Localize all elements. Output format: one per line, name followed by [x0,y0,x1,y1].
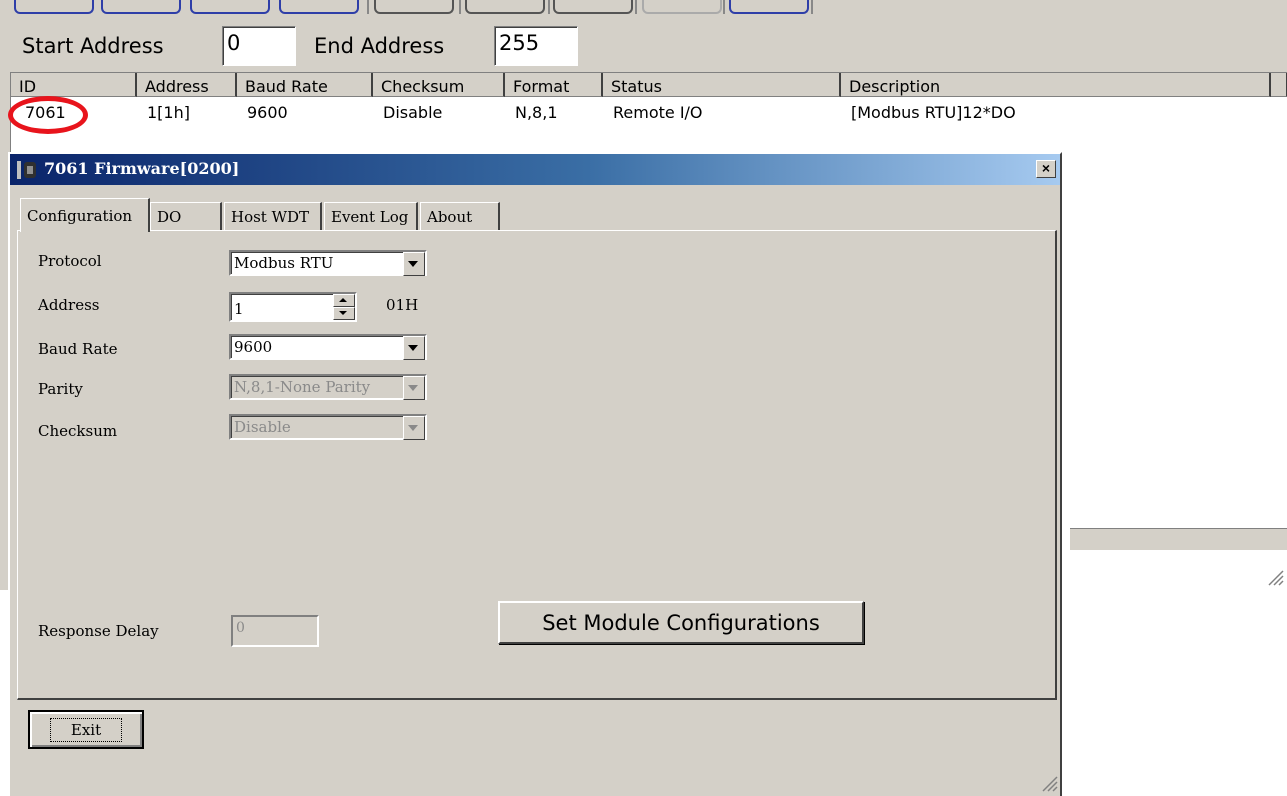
end-address-label: End Address [314,34,445,58]
address-spinner[interactable]: 1 [229,292,357,322]
resize-grip-icon[interactable] [1266,568,1284,586]
protocol-select[interactable]: Modbus RTU [229,250,427,276]
column-header-address[interactable]: Address [137,73,237,97]
cell-checksum: Disable [383,103,443,122]
toolbar-button[interactable] [279,0,359,14]
table-row[interactable]: 7061 1[1h] 9600 Disable N,8,1 Remote I/O… [11,99,1287,125]
tab-do[interactable]: DO [150,202,222,231]
address-label: Address [38,296,100,314]
toolbar-separator [811,0,813,14]
tab-about[interactable]: About [420,202,500,231]
baud-rate-select[interactable]: 9600 [229,334,427,360]
baud-rate-value: 9600 [234,338,273,356]
toolbar-separator [548,0,550,14]
cell-status: Remote I/O [613,103,703,122]
checksum-select: Disable [229,414,427,440]
toolbar-button[interactable] [14,0,94,14]
tab-event-log[interactable]: Event Log [324,202,418,231]
column-header-id[interactable]: ID [11,73,137,97]
column-header-status[interactable]: Status [603,73,841,97]
toolbar-button[interactable] [465,0,545,14]
toolbar-button[interactable] [729,0,809,14]
column-header-baud-rate[interactable]: Baud Rate [237,73,373,97]
set-module-configurations-button[interactable]: Set Module Configurations [498,601,864,644]
red-circle-annotation [8,96,88,134]
checksum-label: Checksum [38,422,118,440]
device-icon [17,161,36,179]
dialog-titlebar[interactable]: 7061 Firmware[0200] × [10,154,1060,185]
toolbar-separator [723,0,725,14]
parity-value: N,8,1-None Parity [234,378,371,396]
cell-description: [Modbus RTU]12*DO [851,103,1016,122]
address-hex-label: 01H [386,296,419,314]
protocol-value: Modbus RTU [234,254,334,272]
exit-button[interactable]: Exit [28,710,144,749]
start-address-label: Start Address [22,34,164,58]
dialog-title: 7061 Firmware[0200] [44,159,240,178]
start-address-input[interactable]: 0 [222,26,296,66]
response-delay-input: 0 [231,615,319,647]
column-header-filler [1271,73,1287,97]
parity-label: Parity [38,380,83,398]
horizontal-scrollbar[interactable] [1070,528,1287,550]
cell-baud-rate: 9600 [247,103,288,122]
spin-down-icon[interactable] [333,307,355,320]
resize-grip-icon[interactable] [1040,774,1058,792]
toolbar-separator [635,0,637,14]
column-header-checksum[interactable]: Checksum [373,73,505,97]
close-button[interactable]: × [1036,160,1056,178]
parity-select: N,8,1-None Parity [229,374,427,400]
address-value: 1 [234,300,244,318]
end-address-input[interactable]: 255 [494,26,578,66]
response-delay-label: Response Delay [38,622,159,640]
toolbar-separator [367,0,369,14]
chevron-down-icon [403,416,425,440]
toolbar-button[interactable] [101,0,181,14]
cell-address: 1[1h] [147,103,190,122]
tab-configuration[interactable]: Configuration [20,198,150,232]
column-header-format[interactable]: Format [505,73,603,97]
toolbar-button[interactable] [642,0,722,14]
tab-host-wdt[interactable]: Host WDT [224,202,322,231]
toolbar-button[interactable] [553,0,633,14]
spin-up-icon[interactable] [333,294,355,307]
checksum-value: Disable [234,418,291,436]
firmware-dialog: 7061 Firmware[0200] × Configuration DO H… [8,152,1062,796]
exit-button-label: Exit [49,718,123,742]
baud-rate-label: Baud Rate [38,340,118,358]
protocol-label: Protocol [38,252,102,270]
toolbar-button[interactable] [190,0,270,14]
toolbar-button[interactable] [374,0,454,14]
cell-format: N,8,1 [515,103,558,122]
chevron-down-icon[interactable] [403,336,425,360]
chevron-down-icon[interactable] [403,252,425,276]
toolbar-separator [459,0,461,14]
chevron-down-icon [403,376,425,400]
column-header-description[interactable]: Description [841,73,1271,97]
